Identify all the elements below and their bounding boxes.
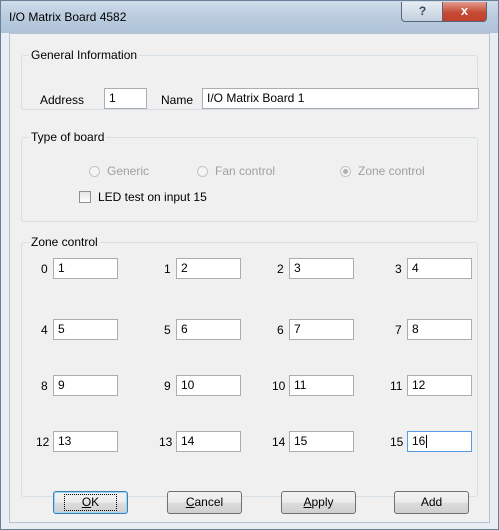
cancel-label-rest: ancel [194, 495, 224, 509]
dialog-window: I/O Matrix Board 4582 ? x General Inform… [0, 0, 499, 530]
led-test-checkbox-box [79, 191, 91, 203]
radio-generic-label: Generic [107, 164, 150, 178]
zone-1-label: 1 [164, 262, 171, 276]
radio-zone-control[interactable]: Zone control [340, 164, 425, 178]
title-bar[interactable]: I/O Matrix Board 4582 ? x [1, 1, 498, 33]
zone-11-input[interactable]: 12 [407, 375, 472, 396]
zone-1-input[interactable]: 2 [176, 258, 241, 279]
zone-7-label: 7 [395, 323, 402, 337]
help-button[interactable]: ? [401, 2, 444, 22]
zone-13-label: 13 [159, 435, 173, 449]
ok-label-rest: K [91, 495, 100, 509]
zone-9-label: 9 [164, 379, 171, 393]
zone-0-label: 0 [41, 262, 48, 276]
window-title: I/O Matrix Board 4582 [9, 10, 127, 24]
zone-3-label: 3 [395, 262, 402, 276]
zone-6-label: 6 [277, 323, 284, 337]
ok-focus-rect: OK [64, 494, 117, 511]
zone-15-input[interactable]: 16 [407, 431, 472, 452]
ok-mnemonic: O [81, 495, 92, 509]
zone-2-input[interactable]: 3 [289, 258, 354, 279]
name-input[interactable]: I/O Matrix Board 1 [202, 88, 479, 109]
led-test-label: LED test on input 15 [98, 190, 207, 204]
radio-zone-control-indicator [340, 165, 351, 177]
zone-5-label: 5 [164, 323, 171, 337]
zone-15-label: 15 [390, 435, 404, 449]
zone-2-label: 2 [277, 262, 284, 276]
zone-4-input[interactable]: 5 [53, 319, 118, 340]
close-icon: x [460, 3, 469, 18]
dialog-client-area: General Information Address 1 Name I/O M… [9, 33, 490, 523]
radio-zone-control-label: Zone control [358, 164, 425, 178]
text-caret [426, 435, 428, 449]
cancel-button[interactable]: Cancel [167, 491, 242, 514]
radio-fan-control-label: Fan control [215, 164, 276, 178]
zone-12-label: 12 [36, 435, 50, 449]
zone-10-label: 10 [272, 379, 286, 393]
zone-9-input[interactable]: 10 [176, 375, 241, 396]
radio-generic[interactable]: Generic [89, 164, 149, 178]
add-button[interactable]: Add [394, 491, 469, 514]
zone-control-legend: Zone control [31, 235, 98, 249]
zone-5-input[interactable]: 6 [176, 319, 241, 340]
general-information-legend: General Information [31, 48, 138, 62]
led-test-checkbox[interactable]: LED test on input 15 [79, 190, 207, 204]
close-button[interactable]: x [442, 2, 487, 22]
radio-fan-control-indicator [197, 165, 208, 177]
zone-11-label: 11 [390, 379, 403, 393]
address-input[interactable]: 1 [104, 88, 147, 109]
zone-12-input[interactable]: 13 [53, 431, 118, 452]
zone-4-label: 4 [41, 323, 48, 337]
add-label: Add [420, 495, 443, 509]
zone-14-input[interactable]: 15 [289, 431, 354, 452]
zone-0-input[interactable]: 1 [53, 258, 118, 279]
zone-15-value: 16 [412, 434, 426, 448]
address-label: Address [40, 93, 85, 107]
name-label: Name [161, 93, 194, 107]
radio-generic-indicator [89, 165, 100, 177]
apply-button[interactable]: Apply [281, 491, 356, 514]
zone-6-input[interactable]: 7 [289, 319, 354, 340]
radio-fan-control[interactable]: Fan control [197, 164, 275, 178]
type-of-board-legend: Type of board [31, 130, 105, 144]
zone-14-label: 14 [272, 435, 286, 449]
ok-button[interactable]: OK [53, 491, 128, 514]
zone-7-input[interactable]: 8 [407, 319, 472, 340]
zone-10-input[interactable]: 11 [289, 375, 354, 396]
apply-label-rest: pply [311, 495, 334, 509]
zone-8-input[interactable]: 9 [53, 375, 118, 396]
zone-8-label: 8 [41, 379, 48, 393]
zone-3-input[interactable]: 4 [407, 258, 472, 279]
apply-mnemonic: A [303, 495, 312, 509]
help-icon: ? [418, 4, 427, 18]
zone-13-input[interactable]: 14 [176, 431, 241, 452]
